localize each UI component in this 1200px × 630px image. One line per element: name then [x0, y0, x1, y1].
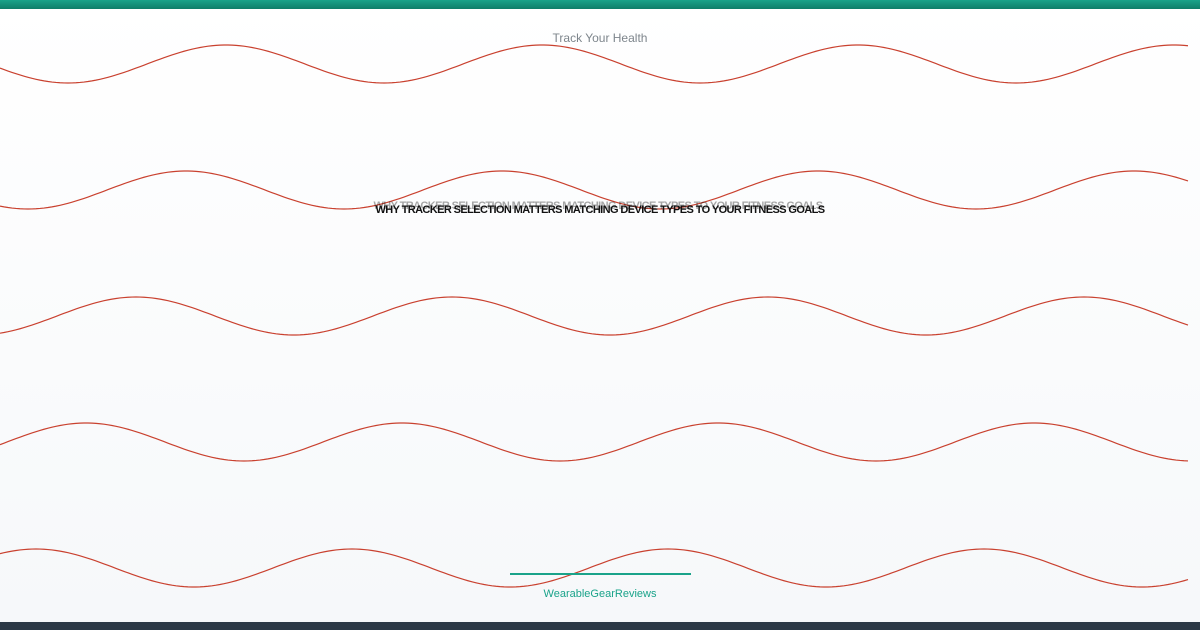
- wave-line-4: [0, 422, 1189, 462]
- brand-name: WearableGearReviews: [543, 588, 657, 600]
- title-wrap: WHY TRACKER SELECTION MATTERS MATCHING D…: [0, 200, 1200, 218]
- wave-line-1: [0, 44, 1189, 84]
- page-title: WHY TRACKER SELECTION MATTERS MATCHING D…: [374, 200, 826, 216]
- wave-line-3: [0, 296, 1189, 336]
- kicker-text: Track Your Health: [552, 31, 648, 45]
- wave-line-5: [0, 548, 1189, 588]
- wave-pattern: [0, 44, 1189, 588]
- title-text: WHY TRACKER SELECTION MATTERS MATCHING D…: [375, 204, 826, 216]
- brand-rule: [510, 573, 691, 575]
- bottom-bar: [0, 622, 1200, 630]
